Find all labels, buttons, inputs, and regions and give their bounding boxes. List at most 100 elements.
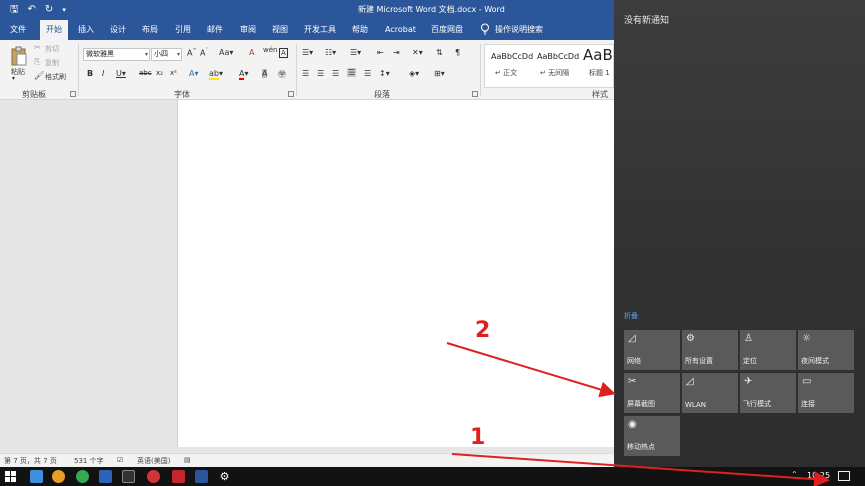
chinese-layout-icon[interactable]: ✕▾: [412, 48, 423, 57]
superscript-icon[interactable]: x²: [170, 69, 177, 77]
borders-icon[interactable]: ⊞▾: [434, 69, 445, 78]
chevron-down-icon[interactable]: ▾: [145, 49, 148, 60]
enclose-character-icon[interactable]: A: [279, 48, 288, 58]
customize-qat-icon[interactable]: ▾: [62, 3, 66, 17]
action-center-button-icon[interactable]: [838, 471, 850, 481]
line-spacing-icon[interactable]: ↕▾: [379, 69, 390, 78]
strikethrough-icon[interactable]: abc: [139, 69, 152, 77]
word-count[interactable]: 531 个字: [74, 456, 104, 466]
clear-formatting-icon[interactable]: A: [249, 48, 254, 57]
tab-baidu-netdisk[interactable]: 百度网盘: [431, 20, 463, 40]
word-app-icon[interactable]: [195, 470, 208, 483]
distributed-icon[interactable]: ☰: [364, 69, 371, 78]
tab-acrobat[interactable]: Acrobat: [385, 20, 416, 40]
quick-action-location[interactable]: ♙ 定位: [740, 330, 796, 370]
settings-app-icon[interactable]: ⚙: [218, 470, 231, 483]
text-effects-icon[interactable]: A▾: [189, 69, 199, 78]
tab-file[interactable]: 文件: [10, 20, 26, 40]
shrink-font-icon[interactable]: Aˇ: [200, 48, 208, 58]
tell-me-search[interactable]: 操作说明搜索: [495, 20, 543, 40]
tab-developer[interactable]: 开发工具: [304, 20, 336, 40]
quick-action-night-mode[interactable]: ☼ 夜间模式: [798, 330, 854, 370]
style-heading1-name[interactable]: 标题 1: [589, 68, 610, 78]
tab-design[interactable]: 设计: [110, 20, 126, 40]
quick-action-network[interactable]: ◿ 网络: [624, 330, 680, 370]
cut-button[interactable]: 剪切: [45, 44, 59, 54]
italic-icon[interactable]: I: [102, 69, 104, 78]
firefox-icon[interactable]: [52, 470, 65, 483]
tab-help[interactable]: 帮助: [352, 20, 368, 40]
paste-dropdown-icon[interactable]: ▾: [12, 75, 15, 82]
font-color-icon[interactable]: A▾: [239, 69, 249, 80]
clipboard-launcher-icon[interactable]: [70, 91, 76, 97]
show-marks-icon[interactable]: ¶: [455, 48, 460, 57]
format-painter-button[interactable]: 格式刷: [45, 72, 66, 82]
windows-start-icon[interactable]: [5, 471, 16, 482]
style-heading1-preview[interactable]: AaB: [583, 46, 613, 64]
copy-button[interactable]: 复制: [45, 58, 59, 68]
justify-icon[interactable]: ☰: [347, 68, 357, 77]
grow-font-icon[interactable]: A^: [187, 48, 197, 58]
sort-icon[interactable]: ⇅: [436, 48, 443, 57]
align-right-icon[interactable]: ☰: [332, 69, 339, 78]
tab-insert[interactable]: 插入: [78, 20, 94, 40]
underline-icon[interactable]: U▾: [116, 69, 126, 78]
tab-layout[interactable]: 布局: [142, 20, 158, 40]
document-page[interactable]: [177, 100, 614, 450]
terminal-icon[interactable]: [122, 470, 135, 483]
align-center-icon[interactable]: ☰: [317, 69, 324, 78]
macro-record-icon[interactable]: ▤: [184, 456, 191, 464]
quick-action-wlan[interactable]: ◿ WLAN: [682, 373, 738, 413]
style-normal-preview[interactable]: AaBbCcDd: [491, 52, 533, 61]
tab-home[interactable]: 开始: [40, 20, 68, 40]
horizontal-scrollbar[interactable]: [177, 447, 614, 452]
tab-references[interactable]: 引用: [175, 20, 191, 40]
align-left-icon[interactable]: ☰: [302, 69, 309, 78]
cut-icon[interactable]: ✂: [34, 43, 41, 52]
save-icon[interactable]: 🖫: [10, 3, 19, 17]
character-shading-icon[interactable]: A: [262, 69, 268, 78]
quick-action-screen-snip[interactable]: ✂ 屏幕截图: [624, 373, 680, 413]
chevron-down-icon[interactable]: ▾: [177, 49, 180, 60]
bullets-icon[interactable]: ☰▾: [302, 48, 313, 57]
quick-action-mobile-hotspot[interactable]: ◉ 移动热点: [624, 416, 680, 456]
redo-icon[interactable]: ↻: [45, 3, 53, 17]
subscript-icon[interactable]: x₂: [156, 69, 163, 77]
undo-icon[interactable]: ↶: [28, 3, 36, 17]
chrome-icon[interactable]: [76, 470, 89, 483]
quick-action-all-settings[interactable]: ⚙ 所有设置: [682, 330, 738, 370]
tab-mailings[interactable]: 邮件: [207, 20, 223, 40]
tab-view[interactable]: 视图: [272, 20, 288, 40]
paragraph-launcher-icon[interactable]: [472, 91, 478, 97]
multilevel-list-icon[interactable]: ☰▾: [350, 48, 361, 57]
taskbar-clock[interactable]: 10:25: [807, 471, 830, 480]
change-case-icon[interactable]: Aa▾: [219, 48, 233, 57]
shading-icon[interactable]: ◈▾: [409, 69, 419, 78]
highlight-icon[interactable]: ab▾: [209, 69, 223, 80]
style-normal-name[interactable]: ↵ 正文: [495, 68, 517, 78]
proofing-icon[interactable]: ☑: [117, 456, 123, 464]
phonetic-guide-icon[interactable]: wén: [263, 46, 277, 54]
style-no-spacing-preview[interactable]: AaBbCcDd: [537, 52, 579, 61]
page-count[interactable]: 第 7 页，共 7 页: [4, 456, 57, 466]
collapse-link[interactable]: 折叠: [624, 311, 638, 321]
chevron-up-icon[interactable]: ⌃: [791, 470, 798, 479]
font-name-combo[interactable]: 微软雅黑 ▾: [83, 48, 150, 61]
quick-action-connect[interactable]: ▭ 连接: [798, 373, 854, 413]
format-painter-icon[interactable]: 🖌: [34, 71, 44, 80]
remote-desktop-icon[interactable]: [99, 470, 112, 483]
bold-icon[interactable]: B: [87, 69, 93, 78]
increase-indent-icon[interactable]: ⇥: [393, 48, 400, 57]
tab-review[interactable]: 审阅: [240, 20, 256, 40]
numbering-icon[interactable]: ☷▾: [325, 48, 336, 57]
decrease-indent-icon[interactable]: ⇤: [377, 48, 384, 57]
enclose-char-circle-icon[interactable]: ㊫: [278, 69, 286, 80]
paste-icon[interactable]: [10, 46, 28, 66]
netease-music-icon[interactable]: [147, 470, 160, 483]
font-size-combo[interactable]: 小四 ▾: [151, 48, 182, 61]
style-no-spacing-name[interactable]: ↵ 无间隔: [540, 68, 569, 78]
quick-action-airplane-mode[interactable]: ✈ 飞行模式: [740, 373, 796, 413]
explorer-app-icon[interactable]: [30, 470, 43, 483]
copy-icon[interactable]: ⎘: [34, 57, 40, 67]
font-launcher-icon[interactable]: [288, 91, 294, 97]
